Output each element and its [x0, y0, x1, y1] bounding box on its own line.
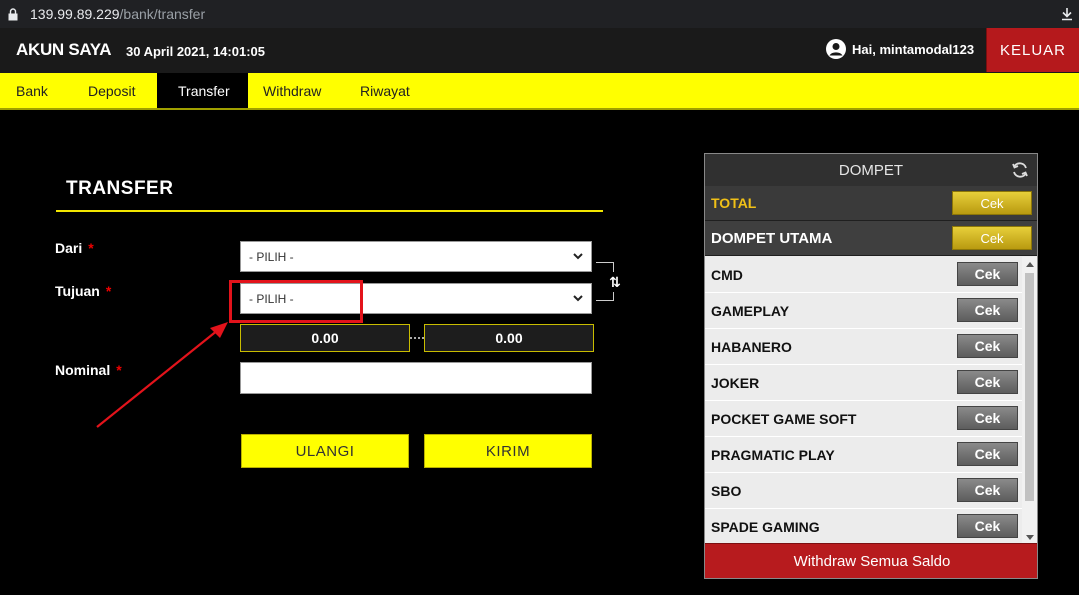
list-item: GAMEPLAY Cek — [705, 293, 1023, 329]
provider-name: SBO — [711, 482, 742, 499]
wallet-header: DOMPET — [705, 154, 1037, 186]
tab-transfer[interactable]: Transfer — [157, 73, 248, 108]
list-item: HABANERO Cek — [705, 329, 1023, 365]
reset-button[interactable]: ULANGI — [241, 434, 409, 468]
tab-riwayat[interactable]: Riwayat — [344, 73, 430, 108]
page: 139.99.89.229/bank/transfer AKUN SAYA 30… — [0, 0, 1079, 595]
list-item: SBO Cek — [705, 473, 1023, 509]
provider-name: GAMEPLAY — [711, 302, 790, 319]
to-label: Tujuan * — [55, 283, 111, 299]
provider-name: PRAGMATIC PLAY — [711, 446, 835, 463]
list-item: SPADE GAMING Cek — [705, 509, 1023, 545]
withdraw-all-button[interactable]: Withdraw Semua Saldo — [705, 543, 1037, 578]
check-button[interactable]: Cek — [957, 334, 1018, 358]
check-main-button[interactable]: Cek — [952, 226, 1032, 250]
check-button[interactable]: Cek — [957, 478, 1018, 502]
refresh-icon[interactable] — [1010, 160, 1030, 180]
url-path: /bank/transfer — [119, 6, 206, 22]
provider-name: JOKER — [711, 374, 760, 391]
top-header: AKUN SAYA 30 April 2021, 14:01:05 Hai, m… — [0, 28, 1079, 73]
balance-connector — [410, 337, 424, 339]
wallet-total-label: TOTAL — [711, 195, 757, 211]
from-select[interactable]: - PILIH - — [240, 241, 592, 272]
wallet-main-row: DOMPET UTAMA Cek — [705, 221, 1037, 256]
from-select-value: - PILIH - — [249, 249, 294, 264]
wallet-panel: DOMPET TOTAL Cek DOMPET UTAMA Cek CMD Cek… — [704, 153, 1038, 579]
title-divider — [56, 210, 603, 212]
scroll-up-icon[interactable] — [1026, 262, 1034, 267]
lock-icon — [8, 6, 22, 22]
list-item: CMD Cek — [705, 257, 1023, 293]
list-item: JOKER Cek — [705, 365, 1023, 401]
scroll-down-icon[interactable] — [1026, 535, 1034, 540]
wallet-title: DOMPET — [838, 161, 904, 179]
list-item: PRAGMATIC PLAY Cek — [705, 437, 1023, 473]
to-balance: 0.00 — [424, 324, 594, 352]
swap-icon[interactable]: ⇅ — [606, 272, 624, 292]
check-button[interactable]: Cek — [957, 514, 1018, 538]
logout-button[interactable]: KELUAR — [986, 28, 1079, 72]
to-label-text: Tujuan — [55, 283, 100, 299]
from-balance: 0.00 — [240, 324, 410, 352]
provider-name: CMD — [711, 266, 743, 283]
main-nav: Bank Deposit Transfer Withdraw Riwayat — [0, 73, 1079, 110]
annotation-highlight-box — [229, 280, 363, 323]
wallet-main-label: DOMPET UTAMA — [711, 229, 833, 247]
brand-title: AKUN SAYA — [16, 40, 112, 59]
check-button[interactable]: Cek — [957, 370, 1018, 394]
amount-label-text: Nominal — [55, 362, 111, 378]
from-label-text: Dari — [55, 240, 83, 256]
greeting-text: Hai, mintamodal123 — [852, 41, 975, 57]
required-mark: * — [116, 362, 122, 378]
current-datetime: 30 April 2021, 14:01:05 — [126, 44, 265, 59]
chevron-down-icon — [573, 253, 583, 260]
amount-label: Nominal * — [55, 362, 122, 378]
check-total-button[interactable]: Cek — [952, 191, 1032, 215]
required-mark: * — [105, 283, 112, 299]
scrollbar-thumb[interactable] — [1025, 273, 1034, 501]
check-button[interactable]: Cek — [957, 406, 1018, 430]
check-button[interactable]: Cek — [957, 262, 1018, 286]
check-button[interactable]: Cek — [957, 298, 1018, 322]
url-host: 139.99.89.229 — [30, 6, 120, 22]
from-label: Dari * — [55, 240, 94, 256]
submit-button[interactable]: KIRIM — [424, 434, 592, 468]
provider-name: HABANERO — [711, 338, 792, 355]
user-greeting[interactable]: Hai, mintamodal123 — [826, 39, 974, 59]
wallet-total-row: TOTAL Cek — [705, 186, 1037, 221]
list-item: POCKET GAME SOFT Cek — [705, 401, 1023, 437]
page-title: TRANSFER — [66, 178, 174, 199]
provider-name: POCKET GAME SOFT — [711, 410, 857, 427]
tab-bank[interactable]: Bank — [0, 73, 72, 108]
chevron-down-icon — [573, 295, 583, 302]
browser-url-bar[interactable]: 139.99.89.229/bank/transfer — [0, 0, 1079, 28]
provider-list-scrollbar[interactable] — [1022, 257, 1037, 545]
provider-name: SPADE GAMING — [711, 518, 820, 535]
tab-deposit[interactable]: Deposit — [72, 73, 157, 108]
user-icon — [826, 39, 846, 59]
amount-input[interactable] — [240, 362, 592, 394]
download-icon[interactable] — [1061, 7, 1073, 24]
required-mark: * — [88, 240, 94, 256]
tab-withdraw[interactable]: Withdraw — [248, 73, 344, 108]
check-button[interactable]: Cek — [957, 442, 1018, 466]
provider-list: CMD Cek GAMEPLAY Cek HABANERO Cek JOKER Cek … — [705, 257, 1023, 545]
